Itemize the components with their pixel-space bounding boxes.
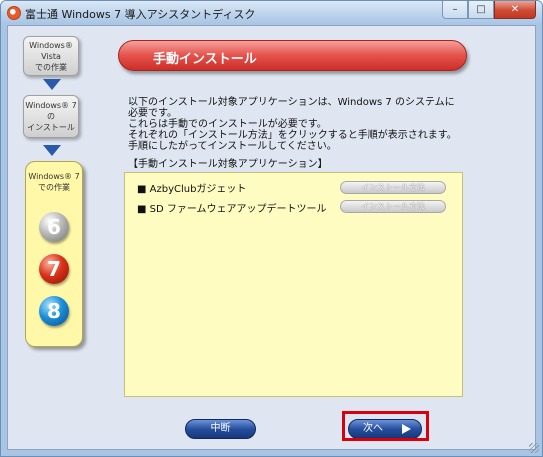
abort-button[interactable]: 中断 <box>185 419 256 439</box>
step-vista-line2: での作業 <box>35 62 67 72</box>
highlight-box <box>342 411 429 441</box>
app-list: ■ AzbyClubガジェット インストール方法 ■ SD ファームウェアアップ… <box>124 172 463 397</box>
app-list-heading: 【手動インストール対象アプリケーション】 <box>128 159 328 170</box>
step-win7-install: Windows® 7 の インストール <box>23 95 79 138</box>
install-method-button[interactable]: インストール方法 <box>340 200 446 213</box>
title-bar[interactable]: 富士通 Windows 7 導入アシスタントディスク – □ ✕ <box>1 1 542 25</box>
resize-grip[interactable] <box>529 443 539 453</box>
down-arrow-icon <box>43 79 61 90</box>
window-title: 富士通 Windows 7 導入アシスタントディスク <box>25 8 256 21</box>
step-install-line1: Windows® 7 の <box>25 101 77 121</box>
step-7-icon: 7 <box>39 254 69 284</box>
step-current-line1: Windows® 7 <box>28 172 80 181</box>
instructions-line: 以下のインストール対象アプリケーションは、Windows 7 のシステムに <box>128 97 455 108</box>
instructions-line: これらは手動でのインストールが必要です。 <box>128 119 327 130</box>
minimize-button[interactable]: – <box>442 1 468 19</box>
step-vista-work: Windows® Vista での作業 <box>23 36 79 76</box>
list-item-sd-firmware-tool: ■ SD ファームウェアアップデートツール <box>137 204 327 215</box>
down-arrow-icon <box>43 145 61 156</box>
window-controls: – □ ✕ <box>442 1 536 19</box>
step-8-icon: 8 <box>39 296 69 326</box>
close-button[interactable]: ✕ <box>494 1 536 19</box>
list-item-azbyclub-gadget: ■ AzbyClubガジェット <box>137 184 247 195</box>
instructions-line: 手順にしたがってインストールしてください。 <box>128 141 337 152</box>
page-title: 手動インストール <box>153 52 257 67</box>
step-vista-line1: Windows® Vista <box>29 40 73 61</box>
step-install-line2: インストール <box>27 123 75 132</box>
instructions-text: 以下のインストール対象アプリケーションは、Windows 7 のシステムに 必要… <box>128 97 473 152</box>
maximize-button[interactable]: □ <box>468 1 494 19</box>
app-logo-icon <box>7 6 21 20</box>
instructions-line: それぞれの「インストール方法」をクリックすると手順が表示されます。 <box>128 130 457 141</box>
step-current-line2: での作業 <box>38 183 70 192</box>
step-win7-work: Windows® 7 での作業 6 7 8 <box>25 161 83 347</box>
step-6-icon: 6 <box>39 212 69 242</box>
step-current-label: Windows® 7 での作業 <box>26 171 82 193</box>
instructions-line: 必要です。 <box>128 108 177 119</box>
install-method-button[interactable]: インストール方法 <box>340 181 446 194</box>
section-header: 手動インストール <box>118 40 467 71</box>
